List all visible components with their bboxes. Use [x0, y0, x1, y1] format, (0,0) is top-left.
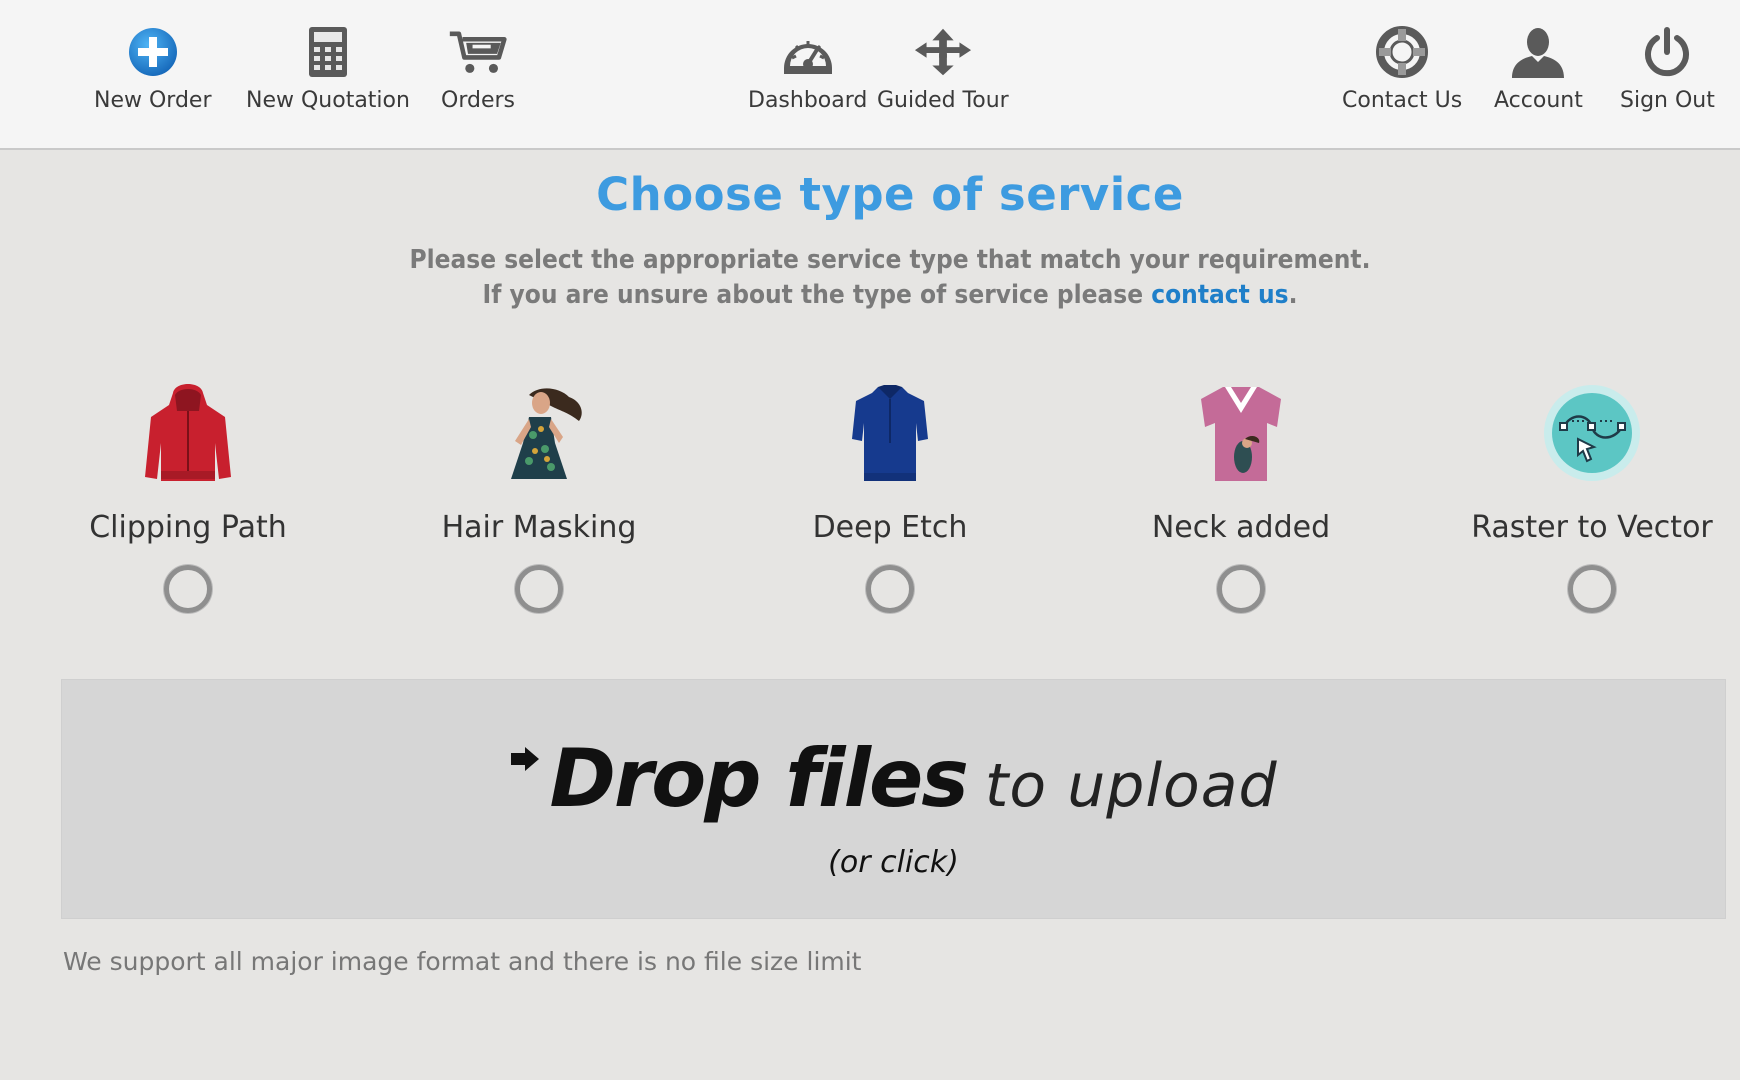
- power-icon: [1637, 22, 1697, 82]
- nav-sign-out-label: Sign Out: [1620, 88, 1715, 113]
- service-raster-to-vector: Raster to Vector: [1442, 378, 1740, 613]
- service-radio[interactable]: [866, 565, 914, 613]
- pink-tshirt-image: [1186, 378, 1296, 488]
- nav-account-label: Account: [1494, 88, 1583, 113]
- service-hair-masking: Hair Masking: [389, 378, 689, 613]
- move-arrows-icon: [913, 22, 973, 82]
- top-navigation: New Order New Quotation Orders Dashboard…: [0, 0, 1740, 150]
- nav-contact-us[interactable]: Contact Us: [1342, 22, 1462, 113]
- dropzone-heading: Drop files to upload: [62, 732, 1725, 825]
- red-hoodie-image: [133, 378, 243, 488]
- service-neck-added: Neck added: [1091, 378, 1391, 613]
- subtitle-line-2: If you are unsure about the type of serv…: [0, 278, 1740, 313]
- service-label: Clipping Path: [89, 510, 287, 545]
- service-radio[interactable]: [1217, 565, 1265, 613]
- subtitle-line-2-end: .: [1288, 280, 1298, 310]
- calculator-icon: [298, 22, 358, 82]
- page-subtitle: Please select the appropriate service ty…: [0, 243, 1740, 313]
- nav-dashboard-label: Dashboard: [748, 88, 868, 113]
- service-radio[interactable]: [515, 565, 563, 613]
- speedometer-icon: [778, 22, 838, 82]
- blue-shirt-image: [835, 378, 945, 488]
- nav-contact-us-label: Contact Us: [1342, 88, 1463, 113]
- service-radio[interactable]: [164, 565, 212, 613]
- nav-orders-label: Orders: [441, 88, 515, 113]
- user-icon: [1508, 22, 1568, 82]
- service-deep-etch: Deep Etch: [740, 378, 1040, 613]
- service-label: Raster to Vector: [1471, 510, 1713, 545]
- contact-us-link[interactable]: contact us: [1151, 280, 1288, 310]
- nav-account[interactable]: Account: [1494, 22, 1583, 113]
- nav-guided-tour[interactable]: Guided Tour: [877, 22, 1009, 113]
- subtitle-line-2-text: If you are unsure about the type of serv…: [482, 280, 1152, 310]
- service-clipping-path: Clipping Path: [38, 378, 338, 613]
- service-label: Hair Masking: [441, 510, 637, 545]
- nav-new-quotation[interactable]: New Quotation: [246, 22, 410, 113]
- nav-dashboard[interactable]: Dashboard: [748, 22, 867, 113]
- lifebuoy-icon: [1372, 22, 1432, 82]
- dropzone-bold-text: Drop files: [549, 732, 968, 825]
- nav-orders[interactable]: Orders: [441, 22, 515, 113]
- nav-new-quotation-label: New Quotation: [246, 88, 410, 113]
- nav-new-order-label: New Order: [94, 88, 212, 113]
- subtitle-line-1: Please select the appropriate service ty…: [409, 245, 1371, 275]
- shopping-cart-icon: [448, 22, 508, 82]
- support-note: We support all major image format and th…: [63, 947, 862, 976]
- nav-sign-out[interactable]: Sign Out: [1620, 22, 1715, 113]
- plus-circle-icon: [123, 22, 183, 82]
- dropzone-subtext: (or click): [828, 845, 959, 880]
- service-radio[interactable]: [1568, 565, 1616, 613]
- file-dropzone[interactable]: Drop files to upload (or click): [61, 679, 1726, 919]
- page-title: Choose type of service: [596, 168, 1184, 221]
- dropzone-light-text: to upload: [984, 751, 1278, 821]
- nav-new-order[interactable]: New Order: [94, 22, 212, 113]
- service-label: Deep Etch: [812, 510, 968, 545]
- woman-flowing-hair-image: [484, 378, 594, 488]
- service-label: Neck added: [1151, 510, 1331, 545]
- nav-guided-tour-label: Guided Tour: [877, 88, 1009, 113]
- vector-path-icon: [1537, 378, 1647, 488]
- arrow-right-icon: [509, 746, 541, 776]
